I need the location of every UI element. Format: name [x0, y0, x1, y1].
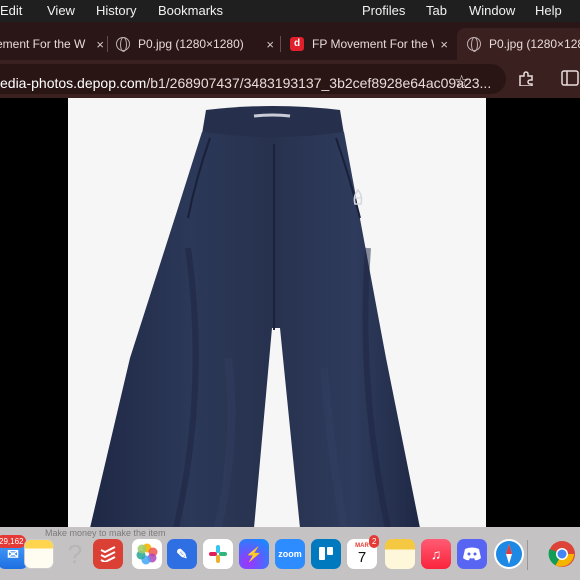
url-host: edia-photos.depop.com [0, 75, 147, 91]
dock-faded-label: Make money to make the item [45, 528, 166, 538]
page-content [0, 98, 580, 528]
close-icon[interactable]: × [440, 37, 448, 52]
trello-icon[interactable] [311, 539, 341, 569]
tab-title: P0.jpg (1280×1280) [138, 37, 244, 51]
menu-bar: Edit View History Bookmarks Profiles Tab… [0, 0, 580, 22]
tab-divider [280, 36, 281, 52]
dock-divider [527, 540, 528, 570]
close-icon[interactable]: × [96, 37, 104, 52]
menu-help[interactable]: Help [535, 3, 562, 18]
tab-title: ement For the W [0, 37, 86, 51]
bookmark-star-icon[interactable]: ☆ [454, 72, 469, 92]
todoist-icon[interactable] [93, 539, 123, 569]
menu-history[interactable]: History [96, 3, 136, 18]
discord-icon[interactable] [457, 539, 487, 569]
menu-bookmarks[interactable]: Bookmarks [158, 3, 223, 18]
tab-fp-movement-1[interactable]: ement For the W × [0, 28, 104, 60]
menu-window[interactable]: Window [469, 3, 515, 18]
macos-dock: Make money to make the item ✉ 29,162 ? ✎… [0, 527, 580, 580]
navy-sweatpants-image [90, 106, 420, 528]
pencil-app-icon[interactable]: ✎ [167, 539, 197, 569]
calendar-badge: 2 [369, 535, 380, 548]
tab-p0-jpg-1[interactable]: P0.jpg (1280×1280) × [116, 28, 274, 60]
question-mark-icon[interactable]: ? [60, 539, 90, 569]
calendar-day: 7 [357, 548, 367, 566]
tab-fp-movement-2[interactable]: d FP Movement For the W × [290, 28, 448, 60]
tab-divider [107, 36, 108, 52]
messenger-icon[interactable]: ⚡ [239, 539, 269, 569]
notes-icon[interactable] [24, 539, 54, 569]
menu-tab[interactable]: Tab [426, 3, 447, 18]
address-bar[interactable]: edia-photos.depop.com/b1/268907437/34831… [0, 64, 506, 94]
depop-icon: d [290, 37, 304, 51]
browser-toolbar: edia-photos.depop.com/b1/268907437/34831… [0, 60, 580, 98]
tab-strip: ement For the W × P0.jpg (1280×1280) × d… [0, 22, 580, 60]
music-icon[interactable]: ♫ [421, 539, 451, 569]
tab-title: FP Movement For the W [312, 37, 435, 51]
logo-mark [353, 188, 363, 205]
product-photo [68, 98, 486, 528]
mail-badge: 29,162 [0, 535, 27, 548]
notes-yellow-icon[interactable] [385, 539, 415, 569]
tab-p0-jpg-active[interactable]: P0.jpg (1280×1280 [457, 28, 580, 60]
tab-title: P0.jpg (1280×1280 [489, 37, 580, 51]
photos-icon[interactable] [132, 539, 162, 569]
menu-profiles[interactable]: Profiles [362, 3, 405, 18]
chrome-icon[interactable] [547, 539, 577, 569]
close-icon[interactable]: × [266, 37, 274, 52]
side-panel-icon[interactable] [561, 70, 579, 86]
extensions-icon[interactable] [518, 70, 536, 86]
menu-edit[interactable]: Edit [0, 3, 22, 18]
safari-icon[interactable] [494, 539, 524, 569]
menu-view[interactable]: View [47, 3, 75, 18]
slack-icon[interactable] [203, 539, 233, 569]
url-text[interactable]: edia-photos.depop.com/b1/268907437/34831… [0, 75, 491, 91]
globe-icon [467, 37, 481, 52]
url-path: /b1/268907437/3483193137_3b2cef8928e64ac… [146, 75, 492, 91]
zoom-icon[interactable]: zoom [275, 539, 305, 569]
globe-icon [116, 37, 130, 52]
